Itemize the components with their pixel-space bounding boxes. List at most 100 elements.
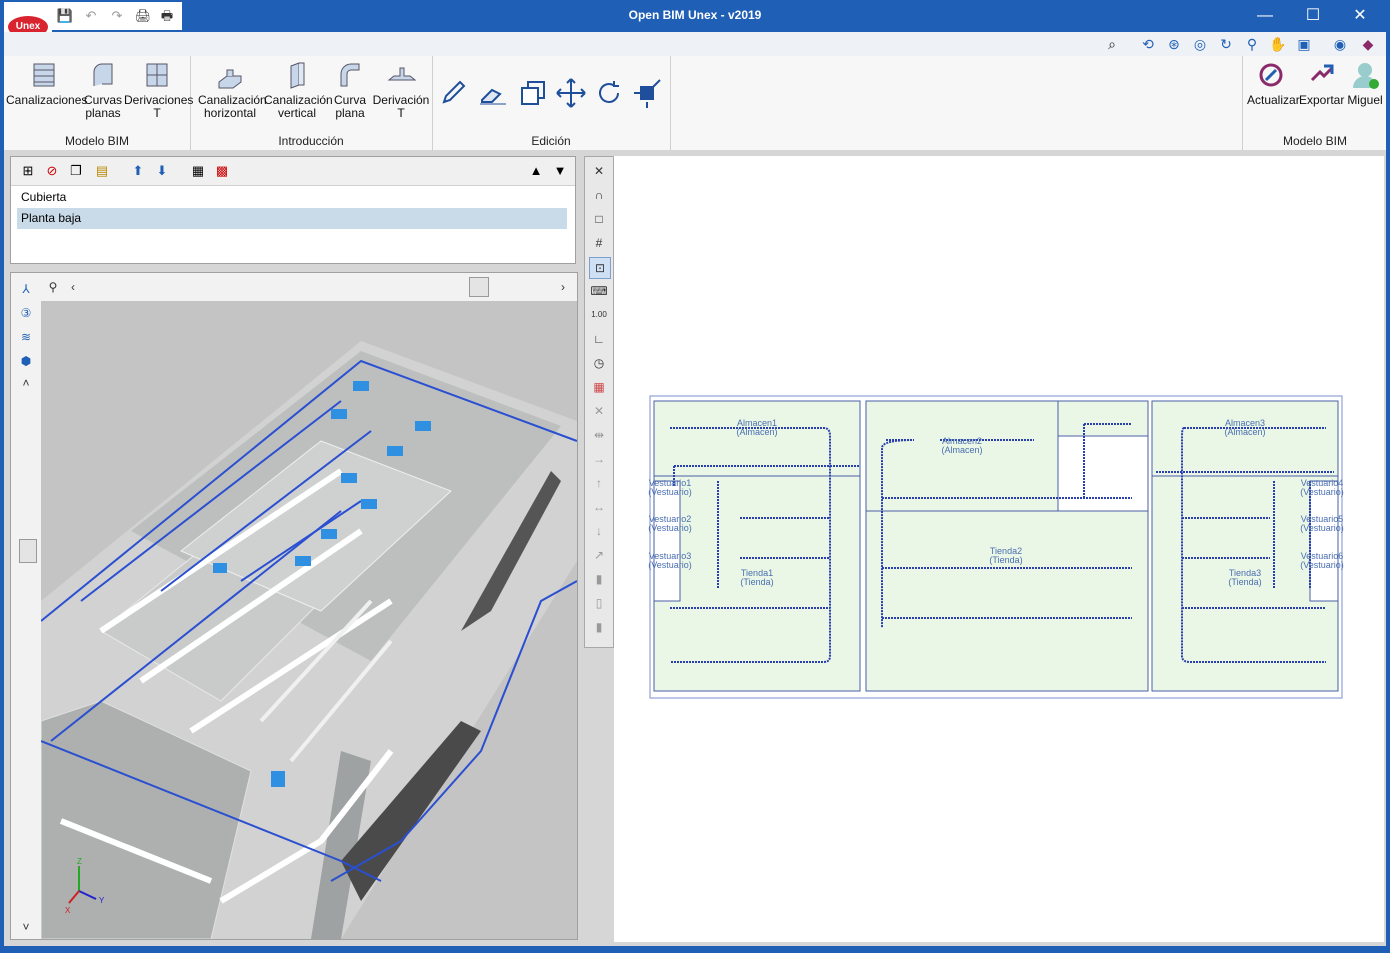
user-avatar-icon (1350, 60, 1380, 90)
move-up-icon[interactable]: ⬆ (129, 162, 147, 180)
zoom-icon[interactable]: ⚲ (43, 277, 63, 297)
scroll-right-icon[interactable]: › (553, 277, 573, 297)
conduits-icon (29, 60, 59, 90)
redo-icon[interactable]: ↷ (108, 7, 126, 25)
ribbon-group-edicion: Edición (432, 56, 671, 150)
canh-label-2: horizontal (203, 106, 257, 120)
curva-plana-button[interactable]: Curva plana (332, 60, 368, 120)
zoom-all-icon[interactable]: ⊛ (1164, 35, 1184, 53)
maximize-button[interactable]: ☐ (1293, 4, 1333, 28)
minimize-button[interactable]: — (1245, 4, 1285, 28)
keyboard-icon[interactable]: ⌨ (589, 281, 609, 301)
copy-icon[interactable] (516, 76, 550, 110)
canalizacion-horizontal-button[interactable]: Canalización horizontal (198, 60, 267, 120)
canalizaciones-button[interactable]: Canalizaciones (6, 60, 88, 107)
window-title: Open BIM Unex - v2019 (628, 8, 762, 22)
zoom-previous-icon[interactable]: ◎ (1190, 35, 1210, 53)
edit-layer-icon[interactable]: ▤ (93, 162, 111, 180)
vertical-scroll-thumb[interactable] (19, 539, 37, 563)
chevron-up-icon[interactable]: ▲ (527, 162, 545, 180)
canalizacion-vertical-button[interactable]: Canalización vertical (264, 60, 333, 120)
3d-view[interactable]: ⅄ ③ ≋ ⬢ ˄ ˅ ⚲ ‹ › Z Y X (10, 272, 578, 940)
exportar-button[interactable]: Exportar (1299, 60, 1344, 107)
user-button[interactable]: Miguel (1345, 60, 1385, 107)
save-icon[interactable]: 💾 (56, 7, 74, 25)
intersect-icon[interactable]: ✕ (589, 401, 609, 421)
binoculars-icon[interactable]: ⌕ (1102, 35, 1122, 53)
move-icon[interactable] (554, 76, 588, 110)
derivaciones-t-button[interactable]: Derivaciones T (124, 60, 193, 120)
wall-left-icon[interactable]: ▮ (589, 569, 609, 589)
grid-icon[interactable]: # (589, 233, 609, 253)
circle-icon[interactable]: ◷ (589, 353, 609, 373)
floor-plan: Almacen1 (Almacen) Almacen2 (Almacen) Al… (648, 395, 1344, 699)
flat-curve-icon (335, 60, 365, 90)
quick-access-toolbar: 💾 ↶ ↷ 🖨 🖶 (52, 2, 182, 30)
perpendicular-icon[interactable]: ⇹ (589, 425, 609, 445)
ribbon: Canalizaciones Curvas planas Derivacione… (4, 56, 1386, 151)
copy-layer-icon[interactable]: ❐ (67, 162, 85, 180)
vertical-conduit-icon (282, 60, 312, 90)
selection-icon[interactable]: ▦ (589, 377, 609, 397)
ribbon-group-modelo-bim: Canalizaciones Curvas planas Derivacione… (4, 56, 193, 150)
room-type-vestuario3: (Vestuario) (648, 560, 692, 570)
wall-icon[interactable]: ▯ (589, 593, 609, 613)
redraw-icon[interactable]: ↻ (1216, 35, 1236, 53)
arrow-up-icon[interactable]: ↑ (589, 473, 609, 493)
stretch-icon[interactable] (630, 76, 664, 110)
pencil-icon[interactable] (436, 76, 470, 110)
snap-point-icon[interactable]: ⊡ (589, 257, 611, 279)
angle-icon[interactable]: ∟ (589, 329, 609, 349)
scroll-left-icon[interactable]: ‹ (63, 277, 83, 297)
diagonal-icon[interactable]: ↗ (589, 545, 609, 565)
derivacion-t-button[interactable]: Derivación T (372, 60, 430, 120)
delete-layer-icon[interactable]: ⊘ (43, 162, 61, 180)
rectangle-icon[interactable]: □ (589, 209, 609, 229)
rotate-icon[interactable] (592, 76, 626, 110)
plan-view[interactable]: Almacen1 (Almacen) Almacen2 (Almacen) Al… (614, 156, 1384, 942)
zoom-window-icon[interactable]: ⟲ (1138, 35, 1158, 53)
move-down-icon[interactable]: ⬇ (153, 162, 171, 180)
close-button[interactable]: ✕ (1340, 4, 1380, 28)
actualizar-button[interactable]: Actualizar (1247, 60, 1300, 107)
print-icon[interactable]: 🖨 (134, 7, 152, 25)
undo-icon[interactable]: ↶ (82, 7, 100, 25)
room-type-tienda1: (Tienda) (740, 577, 773, 587)
wall-right-icon[interactable]: ▮ (589, 617, 609, 637)
arrow-right-icon[interactable]: → (589, 449, 609, 469)
actualizar-label: Actualizar (1247, 93, 1300, 107)
print-preview-icon[interactable]: 🖶 (158, 7, 176, 25)
view-icon[interactable]: ▣ (1294, 35, 1314, 53)
scale-icon[interactable]: 1.00 (589, 305, 609, 325)
grid-delete-icon[interactable]: ▩ (213, 162, 231, 180)
horizontal-scroll-thumb[interactable] (469, 277, 489, 297)
layers-icon[interactable]: ≋ (16, 327, 36, 347)
curvas-planas-button[interactable]: Curvas planas (82, 60, 124, 120)
arrow-down-icon[interactable]: ↓ (589, 521, 609, 541)
zoom-icon[interactable]: ⚲ (1242, 35, 1262, 53)
globe-icon[interactable]: ◉ (1330, 35, 1350, 53)
eraser-icon[interactable] (476, 76, 510, 110)
scroll-down-icon[interactable]: ˅ (16, 917, 36, 937)
group-label-modelo-bim: Modelo BIM (64, 134, 130, 148)
flat-curves-icon (88, 60, 118, 90)
shield-icon[interactable]: ⬢ (16, 351, 36, 371)
room-type-almacen2: (Almacen) (941, 445, 982, 455)
group-label-edicion: Edición (531, 134, 571, 148)
scroll-up-icon[interactable]: ˄ (16, 373, 36, 393)
layer-item-planta-baja[interactable]: Planta baja (17, 208, 567, 229)
ribbon-group-introduccion: Canalización horizontal Canalización ver… (190, 56, 433, 150)
axes-icon[interactable]: ⅄ (16, 279, 36, 299)
pan-icon[interactable]: ✋ (1268, 35, 1288, 53)
book-icon[interactable]: ◆ (1358, 35, 1378, 53)
3d-rotate-icon[interactable]: ③ (16, 303, 36, 323)
ribbon-group-modelo-bim-2: Actualizar Exportar Miguel Modelo BIM (1242, 56, 1387, 150)
chevron-down-icon[interactable]: ▼ (551, 162, 569, 180)
arrow-left-icon[interactable]: ↔ (589, 497, 609, 517)
magnet-icon[interactable]: ∩ (589, 185, 609, 205)
canalizaciones-label: Canalizaciones (6, 93, 88, 107)
layer-item-cubierta[interactable]: Cubierta (17, 187, 567, 208)
grid-icon[interactable]: ▦ (189, 162, 207, 180)
add-layer-icon[interactable]: ⊞ (19, 162, 37, 180)
snap-off-icon[interactable]: ✕ (589, 161, 609, 181)
